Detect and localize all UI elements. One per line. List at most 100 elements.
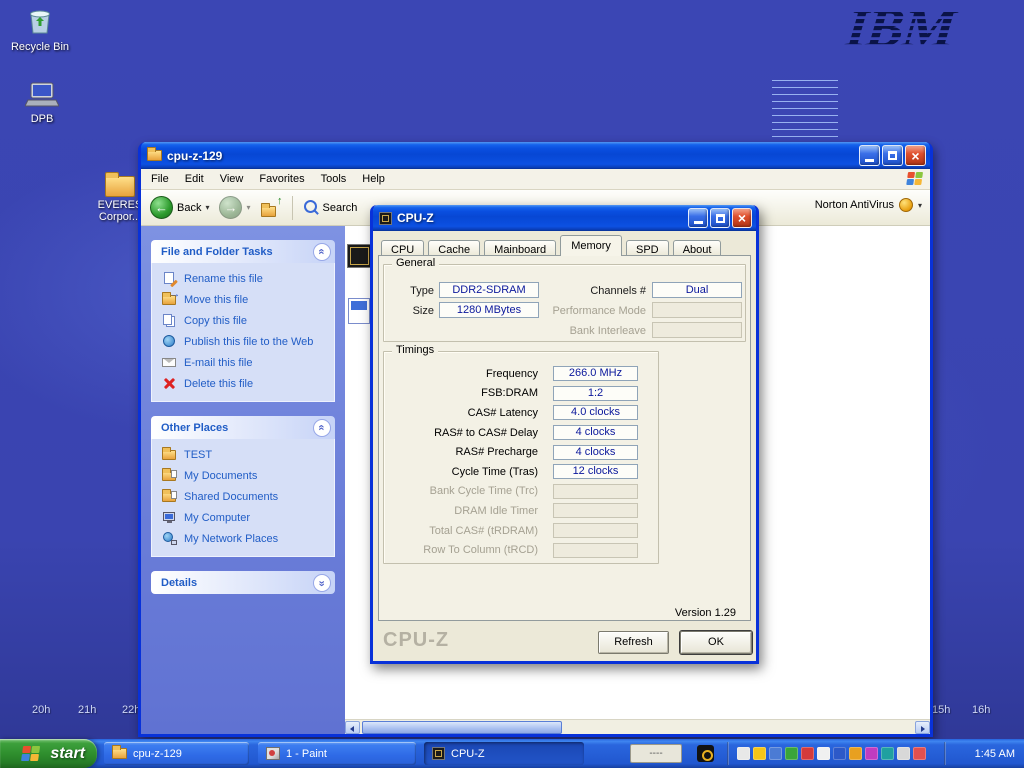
task-rename-file[interactable]: Rename this file [162, 268, 330, 289]
tray-icon[interactable] [897, 747, 910, 760]
menu-edit[interactable]: Edit [177, 170, 212, 188]
task-label: Copy this file [184, 315, 247, 327]
norton-icon [899, 198, 913, 212]
minimize-button[interactable] [859, 145, 880, 166]
tray-icon[interactable] [849, 747, 862, 760]
menu-tools[interactable]: Tools [313, 170, 355, 188]
general-groupbox: General Type DDR2-SDRAM Size 1280 MBytes… [383, 264, 746, 342]
folder-icon [112, 748, 127, 759]
tray-icon[interactable] [753, 747, 766, 760]
maximize-button[interactable] [710, 208, 730, 228]
timing-value: 1:2 [553, 386, 638, 401]
tray-icon[interactable] [737, 747, 750, 760]
timings-group-label: Timings [392, 344, 438, 356]
back-button[interactable]: ← Back ▾ [147, 194, 212, 221]
tray-icon[interactable] [833, 747, 846, 760]
scroll-right-arrow[interactable] [915, 721, 930, 734]
type-value: DDR2-SDRAM [439, 282, 539, 298]
start-button[interactable]: start [0, 739, 97, 768]
tray-icon[interactable] [865, 747, 878, 760]
recycle-bin-icon[interactable]: Recycle Bin [10, 4, 70, 53]
desktop: IBM Recycle Bin DPB EVERES Corpor... 20h… [0, 0, 1024, 768]
place-my-documents[interactable]: My Documents [162, 465, 330, 486]
timing-value: 4 clocks [553, 445, 638, 460]
refresh-button[interactable]: Refresh [598, 631, 669, 654]
norton-label: Norton AntiVirus [815, 199, 894, 211]
tray-icon[interactable] [913, 747, 926, 760]
task-copy-file[interactable]: Copy this file [162, 310, 330, 331]
timing-value: 4.0 clocks [553, 405, 638, 420]
expand-chevron-icon[interactable]: » [313, 574, 331, 592]
norton-antivirus-button[interactable]: Norton AntiVirus ▾ [815, 198, 922, 212]
folder-icon [162, 448, 177, 461]
taskbar-task-paint[interactable]: 1 - Paint [258, 742, 416, 765]
task-email-file[interactable]: E-mail this file [162, 352, 330, 373]
collapse-chevron-icon[interactable]: » [313, 419, 331, 437]
timing-value [553, 523, 638, 538]
menu-view[interactable]: View [212, 170, 252, 188]
collapse-chevron-icon[interactable]: » [313, 243, 331, 261]
taskbar-task-cpu-z-129[interactable]: cpu-z-129 [104, 742, 249, 765]
windows-flag-icon [21, 746, 41, 762]
maximize-button[interactable] [882, 145, 903, 166]
tray-icon[interactable] [801, 747, 814, 760]
recycle-bin-label: Recycle Bin [10, 41, 70, 53]
copy-icon [162, 314, 177, 327]
scroll-left-arrow[interactable] [345, 721, 360, 734]
place-test[interactable]: TEST [162, 444, 330, 465]
tab-memory[interactable]: Memory [560, 235, 622, 256]
file-tasks-header[interactable]: File and Folder Tasks » [151, 240, 335, 263]
my-documents-icon [162, 469, 177, 482]
task-label: E-mail this file [184, 357, 252, 369]
task-label: CPU-Z [451, 748, 485, 760]
place-my-computer[interactable]: My Computer [162, 507, 330, 528]
timing-row-fsb-dram: FSB:DRAM 1:2 [384, 384, 658, 404]
task-label: 1 - Paint [286, 748, 327, 760]
forward-button[interactable]: → ▾ [216, 194, 253, 221]
taskbar-toolbar-handle[interactable]: ---- [630, 744, 682, 763]
horizontal-scrollbar[interactable] [345, 719, 930, 734]
cpuz-file-icon[interactable] [348, 298, 370, 324]
other-places-header[interactable]: Other Places » [151, 416, 335, 439]
menu-file[interactable]: File [143, 170, 177, 188]
close-button[interactable]: × [905, 145, 926, 166]
task-move-file[interactable]: → Move this file [162, 289, 330, 310]
performance-mode-value [652, 302, 742, 318]
explorer-titlebar[interactable]: cpu-z-129 × [141, 142, 930, 169]
channels-label: Channels # [534, 285, 646, 297]
explorer-menubar: File Edit View Favorites Tools Help [141, 169, 930, 190]
details-header[interactable]: Details » [151, 571, 335, 594]
menu-favorites[interactable]: Favorites [251, 170, 312, 188]
task-delete-file[interactable]: Delete this file [162, 373, 330, 394]
cpuz-titlebar[interactable]: CPU-Z × [373, 205, 756, 231]
tray-icon[interactable] [769, 747, 782, 760]
place-my-network[interactable]: My Network Places [162, 528, 330, 549]
tray-divider [727, 742, 729, 765]
dpb-icon[interactable]: DPB [14, 82, 70, 125]
close-button[interactable]: × [732, 208, 752, 228]
place-label: Shared Documents [184, 491, 278, 503]
maximize-icon [888, 151, 897, 160]
timing-label: FSB:DRAM [384, 387, 538, 399]
ok-button[interactable]: OK [680, 631, 752, 654]
minimize-button[interactable] [688, 208, 708, 228]
other-places-title: Other Places [161, 422, 313, 434]
search-button[interactable]: Search [301, 198, 361, 217]
tray-icon[interactable] [881, 747, 894, 760]
timezone-label: 16h [972, 704, 990, 716]
timezone-label: 15h [932, 704, 950, 716]
up-button[interactable]: ↑ [258, 197, 284, 219]
taskbar-app-icon[interactable] [697, 745, 714, 762]
tray-icon[interactable] [817, 747, 830, 760]
task-publish-web[interactable]: Publish this file to the Web [162, 331, 330, 352]
menu-help[interactable]: Help [354, 170, 393, 188]
forward-dropdown-icon: ▾ [246, 203, 250, 212]
cpuz-exe-file-icon[interactable] [347, 244, 372, 268]
taskbar-clock[interactable]: 1:45 AM [975, 739, 1015, 768]
taskbar-task-cpuz[interactable]: CPU-Z [424, 742, 584, 765]
place-shared-documents[interactable]: Shared Documents [162, 486, 330, 507]
close-icon: × [911, 148, 919, 164]
tray-icon[interactable] [785, 747, 798, 760]
version-text: Version 1.29 [675, 607, 736, 619]
scrollbar-thumb[interactable] [362, 721, 562, 734]
